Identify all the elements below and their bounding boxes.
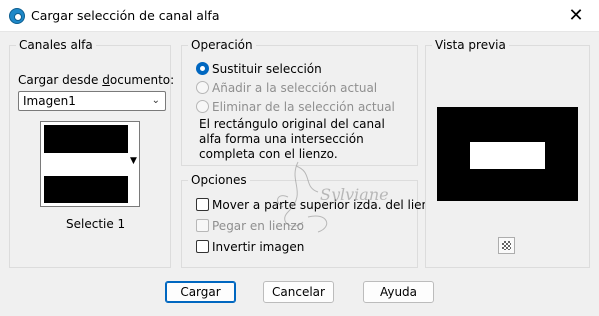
transparency-toggle-button[interactable] bbox=[498, 237, 515, 254]
paste-on-canvas-label[interactable]: Pegar en lienzo bbox=[212, 218, 304, 234]
preview-legend: Vista previa bbox=[432, 37, 509, 53]
close-button[interactable]: ✕ bbox=[553, 0, 599, 32]
document-select[interactable]: Imagen1 ⌄ bbox=[18, 91, 166, 111]
window-title: Cargar selección de canal alfa bbox=[31, 8, 220, 23]
add-to-selection-radio[interactable] bbox=[196, 81, 209, 94]
channel-thumbnail bbox=[44, 125, 128, 203]
app-icon bbox=[9, 8, 25, 24]
title-bar: Cargar selección de canal alfa ✕ bbox=[0, 0, 599, 32]
load-from-document-label: Cargar desde documento: bbox=[18, 73, 175, 87]
dropdown-arrow-icon[interactable]: ▼ bbox=[130, 156, 137, 166]
replace-selection-radio[interactable] bbox=[196, 62, 209, 75]
cancel-button-label: Cancelar bbox=[272, 285, 325, 299]
close-icon: ✕ bbox=[568, 5, 584, 26]
help-button[interactable]: Ayuda bbox=[363, 281, 434, 303]
operation-description: El rectángulo original del canal alfa fo… bbox=[199, 117, 385, 161]
invert-image-label[interactable]: Invertir imagen bbox=[212, 239, 304, 255]
chevron-down-icon: ⌄ bbox=[151, 95, 160, 106]
remove-from-selection-radio[interactable] bbox=[196, 100, 209, 113]
document-select-value: Imagen1 bbox=[23, 94, 76, 108]
invert-image-checkbox[interactable] bbox=[196, 240, 209, 253]
help-button-label: Ayuda bbox=[379, 285, 418, 299]
cancel-button[interactable]: Cancelar bbox=[263, 281, 334, 303]
paste-on-canvas-checkbox[interactable] bbox=[196, 219, 209, 232]
options-legend: Opciones bbox=[188, 172, 250, 188]
preview-image bbox=[437, 107, 578, 201]
remove-from-selection-label[interactable]: Eliminar de la selección actual bbox=[212, 99, 395, 115]
channel-thumbnail-picker[interactable]: ▼ bbox=[40, 121, 140, 207]
channel-name: Selectie 1 bbox=[66, 217, 126, 231]
channel-thumbnail-selection bbox=[44, 153, 128, 176]
preview-selection bbox=[470, 142, 545, 169]
operation-legend: Operación bbox=[188, 37, 256, 53]
replace-selection-label[interactable]: Sustituir selección bbox=[212, 61, 322, 77]
load-button-label: Cargar bbox=[180, 285, 221, 299]
move-to-top-left-label[interactable]: Mover a parte superior izda. del lienzo bbox=[212, 197, 443, 213]
move-to-top-left-checkbox[interactable] bbox=[196, 198, 209, 211]
load-button[interactable]: Cargar bbox=[165, 281, 236, 303]
alpha-channels-legend: Canales alfa bbox=[16, 37, 96, 53]
add-to-selection-label[interactable]: Añadir a la selección actual bbox=[212, 80, 377, 96]
